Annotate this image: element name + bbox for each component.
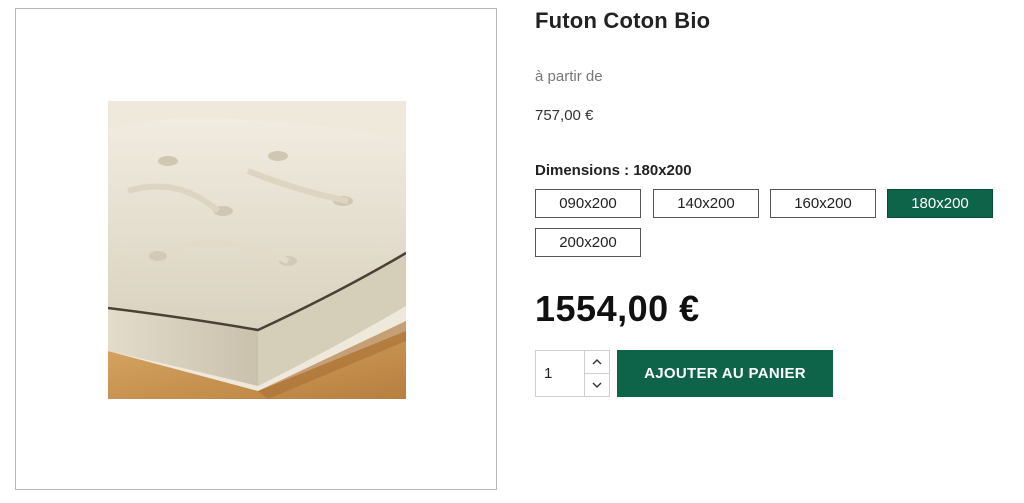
quantity-increase-button[interactable] [585, 351, 609, 374]
dimension-option-160x200[interactable]: 160x200 [770, 189, 876, 218]
quantity-stepper [535, 350, 610, 397]
dimensions-selected-value: 180x200 [633, 162, 692, 179]
product-price: 1554,00 € [535, 288, 700, 329]
dimension-option-200x200[interactable]: 200x200 [535, 228, 641, 257]
from-price-label: à partir de [535, 68, 603, 85]
product-image-frame [15, 8, 497, 490]
chevron-up-icon [592, 359, 602, 365]
dimension-option-140x200[interactable]: 140x200 [653, 189, 759, 218]
futon-mattress-image [108, 101, 406, 399]
from-price-value: 757,00 € [535, 107, 594, 124]
quantity-input[interactable] [536, 351, 586, 396]
dimension-option-180x200[interactable]: 180x200 [887, 189, 993, 218]
product-title: Futon Coton Bio [535, 8, 711, 33]
quantity-buttons [584, 351, 609, 396]
dimensions-label-text: Dimensions : [535, 162, 630, 179]
add-to-cart-button[interactable]: AJOUTER AU PANIER [617, 350, 833, 397]
dimensions-label: Dimensions :180x200 [535, 162, 692, 179]
quantity-decrease-button[interactable] [585, 374, 609, 396]
dimension-option-090x200[interactable]: 090x200 [535, 189, 641, 218]
chevron-down-icon [592, 382, 602, 388]
